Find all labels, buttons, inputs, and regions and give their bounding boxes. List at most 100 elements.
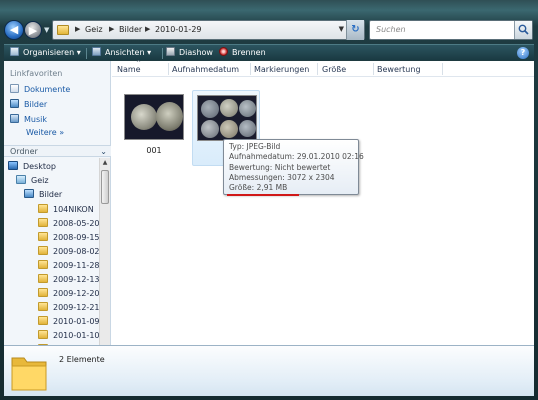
tree-label: 2009-12-20: [53, 289, 99, 298]
address-bar[interactable]: ▶ Geiz ▶ Bilder ▶ 2010-01-29 ▼ ↻: [52, 20, 365, 40]
address-dropdown-icon[interactable]: ▼: [339, 25, 344, 33]
tooltip-size: Größe: 2,91 MB: [229, 183, 288, 193]
address-row: ◀ ▶ ▼ ▶ Geiz ▶ Bilder ▶ 2010-01-29 ▼ ↻ S…: [0, 14, 538, 44]
column-rating[interactable]: Bewertung: [377, 65, 421, 74]
tree-label: 2010-01-10: [53, 331, 99, 340]
folder-icon: [38, 246, 48, 255]
column-divider[interactable]: [250, 63, 251, 75]
more-favorites-link[interactable]: Weitere »: [26, 128, 64, 137]
folder-icon: [38, 316, 48, 325]
tree-item-folder[interactable]: 2009-11-28: [38, 260, 99, 270]
column-divider[interactable]: [168, 63, 169, 75]
sort-ascending-icon: ^: [136, 60, 142, 67]
chevron-right-icon[interactable]: ▶: [75, 25, 80, 33]
search-box[interactable]: Suchen: [369, 20, 533, 40]
folder-icon: [38, 274, 48, 283]
tree-label: 2008-09-15: [53, 233, 99, 242]
favorite-documents[interactable]: Dokumente: [10, 84, 70, 94]
tooltip-rating: Bewertung: Nicht bewertet: [229, 162, 331, 172]
slideshow-button[interactable]: Diashow: [166, 47, 213, 57]
views-label: Ansichten: [105, 48, 145, 57]
tree-item-folder[interactable]: 2010-01-09: [38, 316, 99, 326]
help-button[interactable]: ?: [517, 47, 529, 59]
column-size[interactable]: Größe: [322, 65, 346, 74]
file-list: 001 0: [112, 78, 534, 345]
tree-item-folder[interactable]: 2009-12-20: [38, 288, 99, 298]
coin-image: [220, 120, 238, 138]
burn-button[interactable]: Brennen: [219, 47, 266, 57]
coin-image: [220, 99, 238, 117]
folders-header[interactable]: Ordner ⌄: [4, 145, 111, 157]
help-icon: ?: [520, 48, 526, 57]
views-icon: [92, 47, 101, 56]
forward-arrow-icon: ▶: [28, 24, 38, 37]
item-count: 2 Elemente: [59, 355, 105, 364]
tree-label: Bilder: [39, 190, 63, 199]
organize-icon: [10, 47, 19, 56]
tooltip-dimensions: Abmessungen: 3072 x 2304: [229, 172, 335, 182]
image-thumbnail: [197, 95, 257, 141]
file-tile[interactable]: 001: [120, 90, 188, 166]
content-area: Linkfavoriten Dokumente Bilder Musik Wei…: [4, 60, 534, 345]
recent-pages-dropdown[interactable]: ▼: [44, 26, 49, 34]
chevron-right-icon[interactable]: ▶: [109, 25, 114, 33]
pictures-folder-icon: [24, 189, 34, 198]
tree-item-folder[interactable]: 2009-12-21: [38, 302, 99, 312]
column-headers: Name ^ Aufnahmedatum Markierungen Größe …: [112, 60, 534, 77]
slideshow-label: Diashow: [179, 48, 213, 57]
tree-item-folder[interactable]: 2008-05-20: [38, 218, 99, 228]
tree-item-folder[interactable]: 2009-08-02: [38, 246, 99, 256]
forward-button[interactable]: ▶: [24, 21, 42, 39]
tree-label: 2009-12-13: [53, 275, 99, 284]
tooltip-type: Typ: JPEG-Bild: [229, 142, 281, 151]
double-chevron-icon: »: [59, 128, 65, 137]
tree-item-folder[interactable]: 2010-01-10: [38, 330, 99, 340]
column-divider[interactable]: [442, 63, 443, 75]
highlight-underline: [227, 194, 299, 196]
burn-disc-icon: [219, 47, 228, 56]
organize-button[interactable]: Organisieren ▾: [10, 47, 81, 57]
tree-item-pictures[interactable]: Bilder: [24, 189, 62, 199]
tree-item-user[interactable]: Geiz: [16, 175, 49, 185]
user-folder-icon: [16, 175, 26, 184]
column-divider[interactable]: [373, 63, 374, 75]
chevron-down-icon: ⌄: [100, 147, 107, 156]
search-icon: [518, 24, 529, 35]
slideshow-icon: [166, 47, 175, 56]
column-tags[interactable]: Markierungen: [254, 65, 309, 74]
scroll-up-icon[interactable]: ▲: [100, 158, 110, 168]
favorite-pictures[interactable]: Bilder: [10, 99, 47, 109]
views-button[interactable]: Ansichten ▾: [92, 47, 151, 57]
refresh-button[interactable]: ↻: [346, 20, 364, 40]
file-info-tooltip: Typ: JPEG-Bild Aufnahmedatum: 29.01.2010…: [223, 139, 364, 195]
tree-item-folder[interactable]: 2009-12-13: [38, 274, 99, 284]
column-divider[interactable]: [317, 63, 318, 75]
chevron-right-icon[interactable]: ▶: [145, 25, 150, 33]
folder-icon: [57, 25, 69, 35]
music-icon: [10, 114, 19, 123]
breadcrumb-bilder[interactable]: Bilder: [119, 25, 142, 34]
favorite-music[interactable]: Musik: [10, 114, 47, 124]
breadcrumb-current[interactable]: 2010-01-29: [155, 25, 202, 34]
coin-image: [239, 100, 256, 117]
tree-label: Geiz: [31, 176, 49, 185]
tree-label: 2009-12-21: [53, 303, 99, 312]
tooltip-date-taken: Aufnahmedatum: 29.01.2010 02:16: [229, 152, 364, 162]
folder-tree-scrollbar[interactable]: ▲: [99, 158, 110, 345]
tree-item-desktop[interactable]: Desktop: [8, 161, 56, 171]
command-bar: Organisieren ▾ Ansichten ▾ Diashow Brenn…: [4, 44, 534, 60]
coin-image: [156, 102, 183, 131]
favorite-label: Musik: [24, 115, 47, 124]
burn-label: Brennen: [232, 48, 266, 57]
search-input[interactable]: Suchen: [376, 25, 406, 34]
search-button[interactable]: [514, 21, 532, 39]
tree-item-folder[interactable]: 104NIKON: [38, 204, 94, 214]
chevron-down-icon: ▾: [147, 48, 152, 57]
refresh-icon: ↻: [351, 24, 360, 35]
column-date-taken[interactable]: Aufnahmedatum: [172, 65, 239, 74]
scrollbar-thumb[interactable]: [101, 170, 109, 204]
tree-item-folder[interactable]: 2008-09-15: [38, 232, 99, 242]
coin-image: [201, 120, 219, 138]
breadcrumb-geiz[interactable]: Geiz: [85, 25, 103, 34]
back-button[interactable]: ◀: [4, 20, 24, 40]
